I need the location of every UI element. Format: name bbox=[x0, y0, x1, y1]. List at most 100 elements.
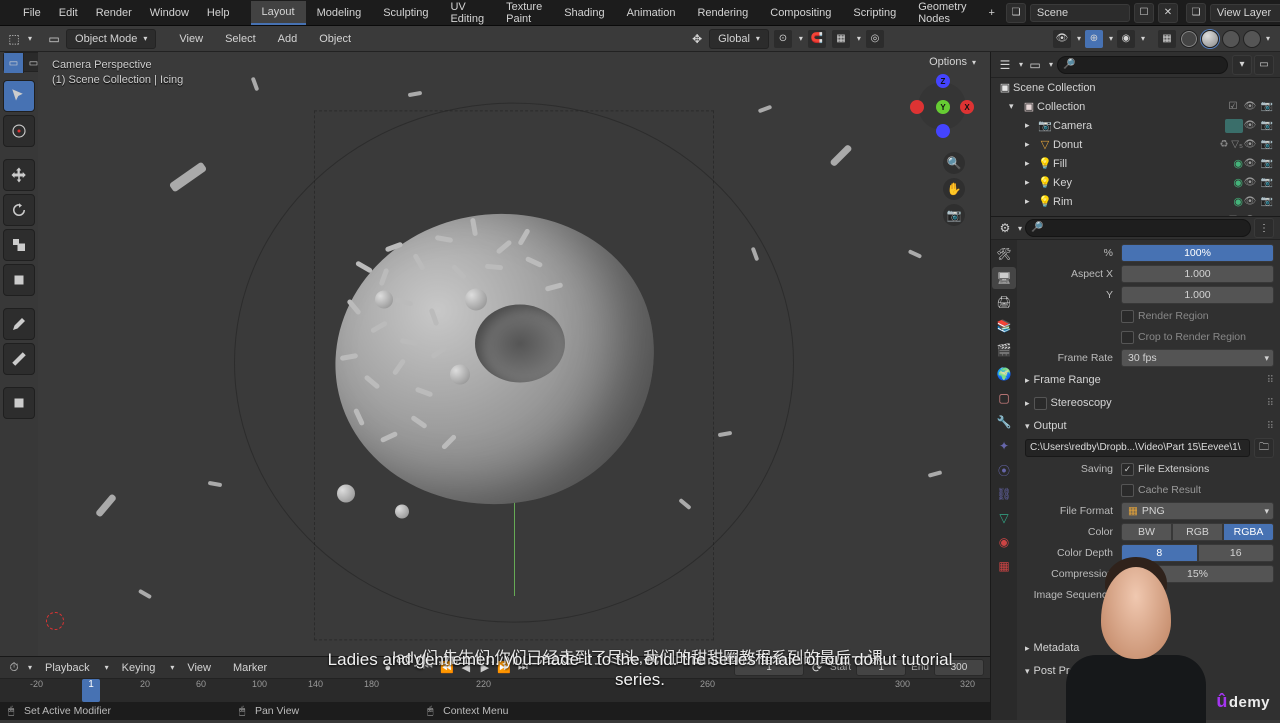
workspace-uvediting[interactable]: UV Editing bbox=[439, 0, 495, 30]
crop-region-check[interactable] bbox=[1121, 331, 1134, 344]
tab-world[interactable]: 🌍 bbox=[992, 363, 1016, 385]
viewlayer-name-field[interactable]: View Layer bbox=[1210, 4, 1280, 22]
menu-object-3d[interactable]: Object bbox=[310, 30, 360, 48]
file-format-dropdown[interactable]: ▦PNG bbox=[1121, 502, 1274, 520]
workspace-layout[interactable]: Layout bbox=[251, 1, 306, 25]
grip-icon[interactable]: ⠿ bbox=[1267, 375, 1274, 386]
tab-render[interactable]: 🖥 bbox=[992, 267, 1016, 289]
axis-z-neg-icon[interactable] bbox=[936, 124, 950, 138]
toggle-render-icon[interactable]: 📷 bbox=[1260, 177, 1274, 188]
tab-viewlayer[interactable]: 📚 bbox=[992, 315, 1016, 337]
visibility-icon[interactable]: 👁 bbox=[1052, 29, 1072, 49]
tool-annotate[interactable] bbox=[3, 308, 35, 340]
disclosure-icon[interactable]: ▸ bbox=[1025, 177, 1037, 188]
color-mode-toggle[interactable]: BW RGB RGBA bbox=[1121, 523, 1274, 541]
resolution-percent-field[interactable]: 100% bbox=[1121, 244, 1274, 262]
properties-search[interactable]: 🔎 bbox=[1025, 219, 1251, 237]
tool-cursor[interactable] bbox=[3, 115, 35, 147]
tree-rim[interactable]: ▸ 💡 Rim ◉ 👁📷 bbox=[991, 192, 1280, 211]
timeline-editor-icon[interactable]: ⏱ bbox=[6, 660, 22, 676]
workspace-animation[interactable]: Animation bbox=[616, 2, 687, 24]
tool-scale[interactable] bbox=[3, 229, 35, 261]
new-scene-icon[interactable]: ☐ bbox=[1134, 3, 1154, 23]
tab-object[interactable]: ▢ bbox=[992, 387, 1016, 409]
workspace-shading[interactable]: Shading bbox=[553, 2, 615, 24]
workspace-geometrynodes[interactable]: Geometry Nodes bbox=[907, 0, 977, 30]
browse-folder-icon[interactable]: 🗀 bbox=[1254, 438, 1274, 458]
aspect-x-field[interactable]: 1.000 bbox=[1121, 265, 1274, 283]
tab-tool[interactable]: 🛠 bbox=[992, 243, 1016, 265]
editor-type-icon[interactable]: ⬚ bbox=[6, 31, 22, 47]
menu-edit[interactable]: Edit bbox=[50, 4, 87, 22]
menu-help[interactable]: Help bbox=[198, 4, 239, 22]
toggle-visible-icon[interactable]: 👁 bbox=[1243, 101, 1257, 112]
browse-scene-icon[interactable]: ❏ bbox=[1006, 3, 1026, 23]
axis-x-neg-icon[interactable] bbox=[910, 100, 924, 114]
toggle-visible-icon[interactable]: 👁 bbox=[1243, 177, 1257, 188]
workspace-rendering[interactable]: Rendering bbox=[686, 2, 759, 24]
proportional-edit-icon[interactable]: ◎ bbox=[865, 29, 885, 49]
menu-add-3d[interactable]: Add bbox=[269, 30, 307, 48]
toggle-visible-icon[interactable]: 👁 bbox=[1243, 196, 1257, 207]
snap-target-icon[interactable]: ▦ bbox=[831, 29, 851, 49]
tab-output[interactable]: 🖨 bbox=[992, 291, 1016, 313]
display-mode-icon[interactable]: ▭ bbox=[1027, 57, 1043, 73]
tl-marker-menu[interactable]: Marker bbox=[224, 659, 276, 677]
options-icon[interactable]: ⋮ bbox=[1254, 218, 1274, 238]
menu-view-3d[interactable]: View bbox=[170, 30, 212, 48]
output-path-field[interactable]: C:\Users\redby\Dropb...\Video\Part 15\Ee… bbox=[1025, 439, 1250, 457]
toggle-render-icon[interactable]: 📷 bbox=[1260, 196, 1274, 207]
xray-icon[interactable]: ▦ bbox=[1157, 29, 1177, 49]
workspace-scripting[interactable]: Scripting bbox=[842, 2, 907, 24]
donut-object[interactable] bbox=[315, 205, 675, 535]
orientation-dropdown[interactable]: Global▾ bbox=[709, 29, 769, 49]
render-region-check[interactable] bbox=[1121, 310, 1134, 323]
toggle-exclude-icon[interactable]: ☑ bbox=[1226, 101, 1240, 112]
3d-viewport[interactable]: Camera Perspective (1) Scene Collection … bbox=[38, 52, 990, 720]
tab-scene[interactable]: 🎬 bbox=[992, 339, 1016, 361]
workspace-texturepaint[interactable]: Texture Paint bbox=[495, 0, 553, 30]
tool-transform[interactable] bbox=[3, 264, 35, 296]
delete-scene-icon[interactable]: ✕ bbox=[1158, 3, 1178, 23]
menu-window[interactable]: Window bbox=[141, 4, 198, 22]
playhead[interactable]: 1 bbox=[82, 679, 100, 702]
tree-scene-collection[interactable]: ▣ Scene Collection bbox=[991, 78, 1280, 97]
toggle-visible-icon[interactable]: 👁 bbox=[1243, 139, 1257, 150]
tree-donut[interactable]: ▸ ▽ Donut ♻ ▽₅ 👁📷 bbox=[991, 135, 1280, 154]
tree-key[interactable]: ▸ 💡 Key ◉ 👁📷 bbox=[991, 173, 1280, 192]
tl-keying-menu[interactable]: Keying bbox=[113, 659, 165, 677]
gizmo-toggle-icon[interactable]: ⊕ bbox=[1084, 29, 1104, 49]
workspace-compositing[interactable]: Compositing bbox=[759, 2, 842, 24]
tab-material[interactable]: ◉ bbox=[992, 531, 1016, 553]
section-frame-range[interactable]: ▸Frame Range⠿ bbox=[1025, 370, 1274, 390]
pivot-icon[interactable]: ⊙ bbox=[773, 29, 793, 49]
nav-zoom-icon[interactable]: 🔍 bbox=[943, 152, 965, 174]
disclosure-icon[interactable]: ▸ bbox=[1025, 158, 1037, 169]
axis-y-icon[interactable]: Y bbox=[936, 100, 950, 114]
workspace-add[interactable]: + bbox=[977, 2, 1005, 24]
toggle-render-icon[interactable]: 📷 bbox=[1260, 101, 1274, 112]
color-bw[interactable]: BW bbox=[1121, 523, 1172, 541]
frame-rate-dropdown[interactable]: 30 fps bbox=[1121, 349, 1274, 367]
tool-select-box[interactable] bbox=[3, 80, 35, 112]
tab-constraints[interactable]: ⛓ bbox=[992, 483, 1016, 505]
color-rgba[interactable]: RGBA bbox=[1223, 523, 1274, 541]
shading-rendered-icon[interactable] bbox=[1243, 30, 1261, 48]
snap-icon[interactable]: 🧲 bbox=[807, 29, 827, 49]
toggle-render-icon[interactable]: 📷 bbox=[1260, 158, 1274, 169]
cache-result-check[interactable] bbox=[1121, 484, 1134, 497]
axis-x-icon[interactable]: X bbox=[960, 100, 974, 114]
tab-modifiers[interactable]: 🔧 bbox=[992, 411, 1016, 433]
tab-data[interactable]: ▽ bbox=[992, 507, 1016, 529]
tab-physics[interactable]: ⦿ bbox=[992, 459, 1016, 481]
section-output[interactable]: ▾Output⠿ bbox=[1025, 416, 1274, 436]
tab-texture[interactable]: ▦ bbox=[992, 555, 1016, 577]
shading-solid-icon[interactable] bbox=[1201, 30, 1219, 48]
disclosure-icon[interactable]: ▾ bbox=[1009, 101, 1021, 112]
tool-rotate[interactable] bbox=[3, 194, 35, 226]
tool-move[interactable] bbox=[3, 159, 35, 191]
aspect-y-field[interactable]: 1.000 bbox=[1121, 286, 1274, 304]
tree-camera[interactable]: ▸ 📷 Camera 👁📷 bbox=[991, 116, 1280, 135]
disclosure-icon[interactable]: ▸ bbox=[1025, 196, 1037, 207]
browse-viewlayer-icon[interactable]: ❏ bbox=[1186, 3, 1206, 23]
